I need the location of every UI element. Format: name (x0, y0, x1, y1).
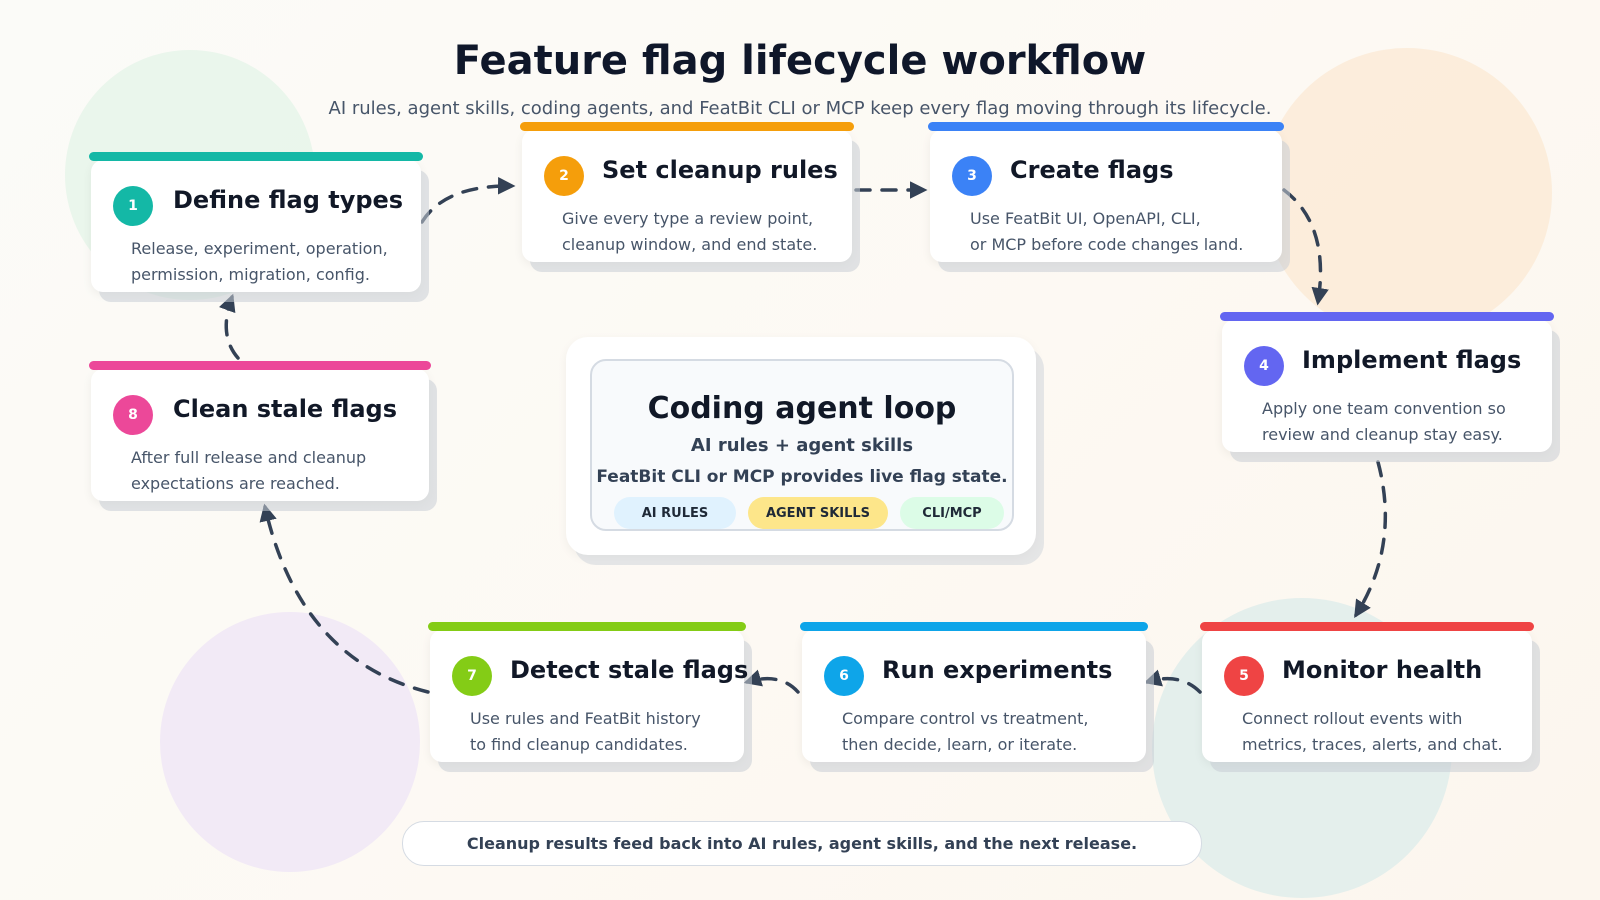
step-7-desc-line1: Use rules and FeatBit history (470, 709, 701, 728)
step-4-color-bar (1220, 312, 1554, 321)
step-2-number-badge: 2 (544, 156, 584, 196)
step-7-color-bar (428, 622, 746, 631)
center-subtitle: AI rules + agent skills (690, 435, 914, 456)
step-7-desc-line2: to find cleanup candidates. (470, 735, 688, 754)
step-3-desc-line1: Use FeatBit UI, OpenAPI, CLI, (970, 209, 1201, 228)
pill-agent-skills: AGENT SKILLS (748, 497, 888, 529)
step-6-color-bar (800, 622, 1148, 631)
step-card-6: 6 Run experiments Compare control vs tre… (800, 622, 1148, 762)
step-7-number-badge: 7 (452, 656, 492, 696)
step-2-desc-line2: cleanup window, and end state. (562, 235, 818, 254)
step-6-desc-line2: then decide, learn, or iterate. (842, 735, 1078, 754)
step-2-desc-line1: Give every type a review point, (562, 209, 814, 228)
step-3-number-badge: 3 (952, 156, 992, 196)
step-8-desc-line1: After full release and cleanup (131, 448, 367, 467)
arrow-4-to-5 (1354, 460, 1388, 618)
arrow-1-to-2 (420, 177, 516, 224)
step-card-8: 8 Clean stale flags After full release a… (89, 361, 431, 501)
coding-agent-loop-panel: Coding agent loop AI rules + agent skill… (566, 337, 1036, 555)
step-5-number-badge: 5 (1224, 656, 1264, 696)
step-8-color-bar (89, 361, 431, 370)
step-6-desc-line1: Compare control vs treatment, (842, 709, 1089, 728)
step-2-color-bar (520, 122, 854, 131)
arrow-5-to-6 (1143, 669, 1202, 694)
step-4-title: Implement flags (1302, 346, 1522, 374)
step-3-desc-line2: or MCP before code changes land. (970, 235, 1244, 254)
step-1-title: Define flag types (173, 186, 404, 214)
arrow-8-to-1 (218, 293, 240, 360)
step-5-desc-line1: Connect rollout events with (1242, 709, 1463, 728)
center-title: Coding agent loop (647, 391, 957, 426)
step-4-desc-line1: Apply one team convention so (1262, 399, 1506, 418)
step-6-title: Run experiments (882, 656, 1113, 684)
step-1-desc-line2: permission, migration, config. (131, 265, 370, 284)
step-8-desc-line2: expectations are reached. (131, 474, 340, 493)
step-3-color-bar (928, 122, 1284, 131)
step-4-number-badge: 4 (1244, 346, 1284, 386)
center-description: FeatBit CLI or MCP provides live flag st… (596, 467, 1008, 487)
step-card-5: 5 Monitor health Connect rollout events … (1200, 622, 1534, 762)
pill-ai-rules: AI RULES (614, 497, 736, 529)
step-card-4: 4 Implement flags Apply one team convent… (1220, 312, 1554, 452)
step-card-3: 3 Create flags Use FeatBit UI, OpenAPI, … (928, 122, 1284, 262)
step-5-color-bar (1200, 622, 1534, 631)
arrow-3-to-4 (1282, 188, 1329, 306)
arrow-6-to-7 (743, 669, 800, 694)
pill-cli-mcp: CLI/MCP (900, 497, 1004, 529)
step-3-title: Create flags (1010, 156, 1174, 184)
coding-agent-loop-inner: Coding agent loop AI rules + agent skill… (590, 359, 1014, 531)
step-1-color-bar (89, 152, 423, 161)
step-4-desc-line2: review and cleanup stay easy. (1262, 425, 1503, 444)
step-1-desc-line1: Release, experiment, operation, (131, 239, 388, 258)
step-card-1: 1 Define flag types Release, experiment,… (89, 152, 423, 292)
footer-note: Cleanup results feed back into AI rules,… (402, 821, 1202, 866)
step-5-title: Monitor health (1282, 656, 1483, 684)
step-2-title: Set cleanup rules (602, 156, 838, 184)
step-card-2: 2 Set cleanup rules Give every type a re… (520, 122, 854, 262)
step-8-title: Clean stale flags (173, 395, 398, 423)
step-6-number-badge: 6 (824, 656, 864, 696)
step-5-desc-line2: metrics, traces, alerts, and chat. (1242, 735, 1503, 754)
step-card-7: 7 Detect stale flags Use rules and FeatB… (428, 622, 748, 762)
step-8-number-badge: 8 (113, 395, 153, 435)
arrow-7-to-8 (259, 503, 430, 694)
step-1-number-badge: 1 (113, 186, 153, 226)
step-7-title: Detect stale flags (510, 656, 749, 684)
